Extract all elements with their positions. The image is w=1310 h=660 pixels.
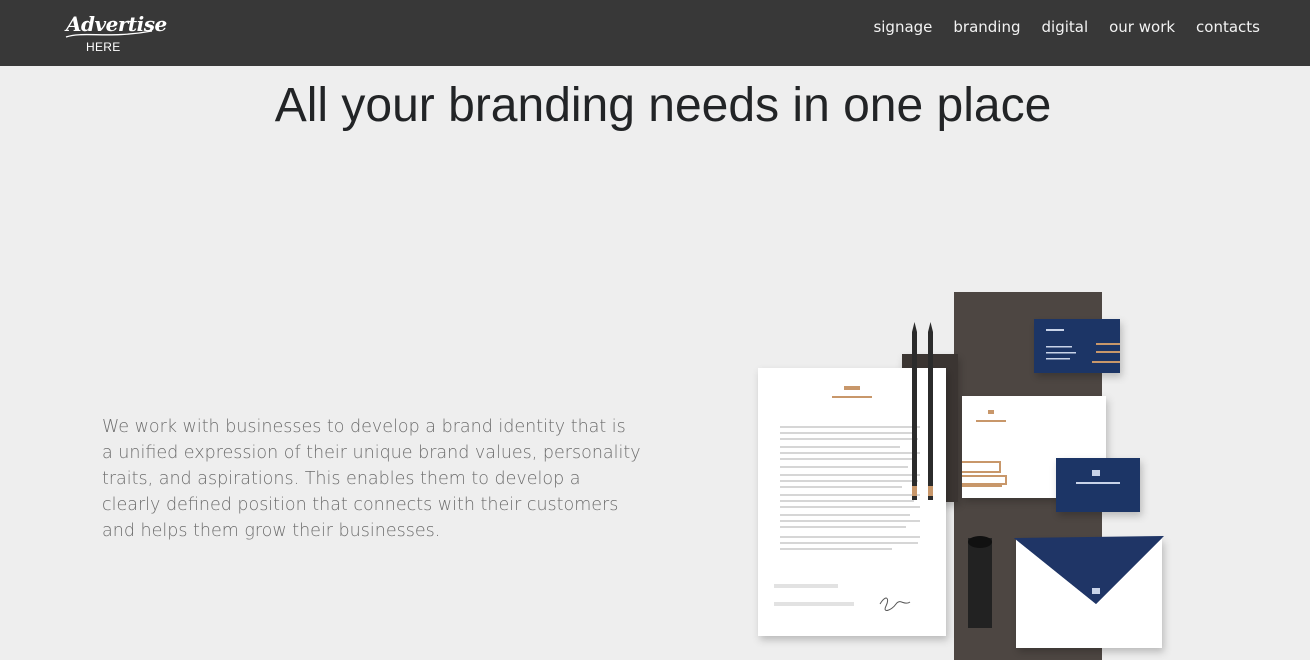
- nav-link-contacts[interactable]: contacts: [1196, 18, 1260, 36]
- main-nav: signage branding digital our work contac…: [873, 18, 1260, 36]
- business-card-front: [1056, 458, 1140, 512]
- site-logo[interactable]: Advertise HERE: [64, 12, 167, 56]
- logo-subtext: HERE: [86, 40, 121, 54]
- top-navigation-bar: Advertise HERE signage branding digital …: [0, 0, 1310, 66]
- intro-paragraph: We work with businesses to develop a bra…: [102, 417, 641, 541]
- tape-roll: [968, 538, 992, 628]
- nav-link-our-work[interactable]: our work: [1109, 18, 1175, 36]
- page-headline: All your branding needs in one place: [274, 79, 1052, 132]
- logo-swoosh-icon: [65, 30, 153, 38]
- nav-link-branding[interactable]: branding: [953, 18, 1020, 36]
- nav-link-signage[interactable]: signage: [873, 18, 932, 36]
- branding-stationery-mockup-image: [758, 292, 1164, 660]
- nav-link-digital[interactable]: digital: [1042, 18, 1089, 36]
